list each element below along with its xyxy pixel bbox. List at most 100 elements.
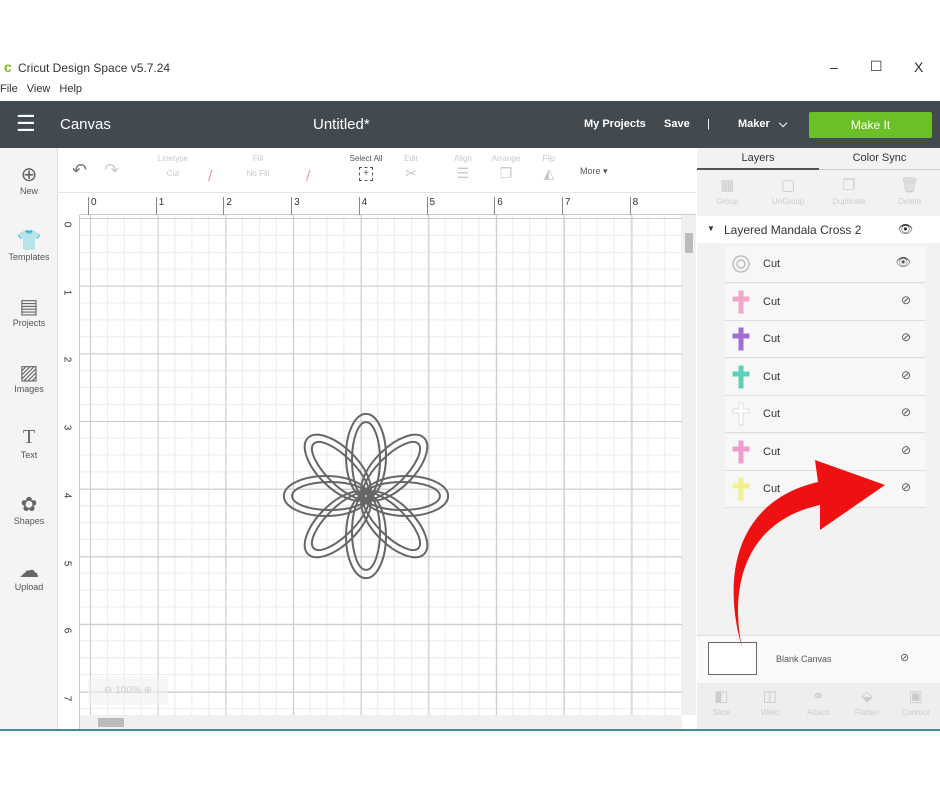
layer-row[interactable]: Cut ⊘ [725, 396, 925, 433]
layer-row[interactable]: Cut ⊘ [725, 358, 925, 396]
document-title: Untitled* [313, 116, 370, 133]
layer-label: Cut [763, 445, 781, 458]
undo-icon[interactable]: ↶ [72, 160, 87, 181]
zoom-control[interactable]: ⊖ 100% ⊕ [88, 677, 168, 705]
tab-color-sync[interactable]: Color Sync [819, 148, 940, 170]
duplicate-button[interactable]: ❐ Duplicate [819, 176, 880, 206]
eye-icon[interactable]: 👁 [896, 255, 911, 269]
arrange-button[interactable]: Arrange ❐ [488, 154, 524, 182]
flip-button[interactable]: Flip ◭ [534, 154, 564, 182]
eye-hidden-icon[interactable]: ⊘ [901, 443, 911, 457]
eye-hidden-icon[interactable]: ⊘ [901, 330, 911, 344]
contour-button[interactable]: ▣ Contour [891, 687, 940, 717]
design-canvas[interactable]: ⊖ 100% ⊕ [80, 215, 682, 715]
sidebar-item-text[interactable]: T Text [0, 412, 58, 478]
flatten-button[interactable]: ⬙ Flatten [843, 687, 892, 717]
ungroup-button[interactable]: ▢ UnGroup [758, 176, 819, 206]
maximize-button[interactable]: ☐ [870, 58, 883, 75]
mandala-design[interactable] [280, 410, 452, 582]
linetype-control[interactable]: Linetype Cut [148, 154, 198, 178]
group-name: Layered Mandala Cross 2 [724, 223, 862, 237]
align-label: Align [454, 154, 472, 163]
flatten-icon: ⬙ [861, 688, 873, 705]
hamburger-menu-icon[interactable]: ☰ [16, 113, 36, 135]
delete-button[interactable]: 🗑 Delete [879, 176, 940, 206]
redo-icon[interactable]: ↷ [104, 160, 119, 181]
group-button[interactable]: ▦ Group [697, 176, 758, 206]
sidebar-item-upload[interactable]: ☁ Upload [0, 544, 58, 610]
duplicate-icon: ❐ [842, 177, 856, 194]
sidebar-label: Shapes [13, 516, 45, 526]
layer-row[interactable]: Cut ⊘ [725, 283, 925, 321]
minimize-button[interactable]: – [830, 59, 838, 75]
zoom-level: 100% [115, 685, 141, 696]
my-projects-link[interactable]: My Projects [584, 118, 646, 130]
layer-row[interactable]: Cut 👁 [725, 246, 925, 283]
sidebar-item-projects[interactable]: ▤ Projects [0, 280, 58, 346]
menu-file[interactable]: File [0, 83, 18, 95]
weld-button[interactable]: ◫ Weld [746, 687, 795, 717]
action-label: Attach [807, 708, 830, 717]
more-button[interactable]: More ▾ [580, 166, 608, 177]
zoom-in-icon[interactable]: ⊕ [144, 685, 152, 696]
ruler-tick-label: 3 [291, 197, 300, 215]
linetype-color-icon[interactable]: / [208, 168, 212, 186]
sidebar-item-templates[interactable]: 👕 Templates [0, 214, 58, 280]
tab-layers[interactable]: Layers [697, 148, 819, 170]
weld-icon: ◫ [762, 688, 777, 705]
tab-label: Layers [741, 152, 775, 164]
sidebar-item-images[interactable]: ▨ Images [0, 346, 58, 412]
select-all-button[interactable]: Select All + [341, 154, 391, 181]
ruler-tick-label: 8 [629, 197, 638, 215]
ruler-tick-label: 0 [61, 221, 73, 228]
make-it-button[interactable]: Make It [809, 112, 932, 138]
sidebar-item-shapes[interactable]: ✿ Shapes [0, 478, 58, 544]
linetype-label: Linetype [157, 154, 189, 163]
ruler-tick-label: 6 [494, 197, 503, 215]
canvas-horizontal-scrollbar[interactable] [80, 715, 682, 730]
select-all-icon: + [359, 167, 373, 181]
layer-group[interactable]: ▼ Layered Mandala Cross 2 👁 [697, 216, 940, 243]
shapes-icon: ✿ [20, 494, 38, 516]
eye-hidden-icon[interactable]: ⊘ [901, 405, 911, 419]
canvas-vertical-scrollbar[interactable] [682, 215, 696, 715]
action-label: Contour [901, 708, 930, 717]
action-label: Duplicate [832, 197, 866, 206]
slice-button[interactable]: ◧ Slice [697, 687, 746, 717]
mandala-thumbnail-icon [732, 255, 750, 273]
eye-hidden-icon[interactable]: ⊘ [901, 293, 911, 307]
ruler-tick-label: 2 [223, 197, 232, 215]
plus-circle-icon: ⊕ [20, 164, 38, 186]
cross-thumbnail-icon [732, 365, 750, 388]
eye-hidden-icon[interactable]: ⊘ [901, 480, 911, 494]
machine-select[interactable]: Maker ⌵ [738, 118, 787, 131]
menu-view[interactable]: View [27, 83, 51, 95]
align-button[interactable]: Align ☰ [448, 154, 478, 182]
fill-control[interactable]: Fill No Fill [233, 154, 283, 178]
bottom-actions: ◧ Slice ◫ Weld ⚭ Attach ⬙ Flatten ▣ Contour [697, 683, 940, 730]
zoom-out-icon[interactable]: ⊖ [104, 685, 112, 696]
save-link[interactable]: Save [664, 118, 690, 130]
menu-help[interactable]: Help [59, 83, 82, 95]
eye-hidden-icon[interactable]: ⊘ [900, 651, 909, 664]
layer-label: Cut [763, 370, 781, 383]
panel-scrollbar[interactable] [927, 220, 939, 630]
eye-hidden-icon[interactable]: ⊘ [901, 368, 911, 382]
caret-down-icon[interactable]: ▼ [707, 224, 715, 233]
action-label: Group [716, 197, 739, 206]
contour-icon: ▣ [908, 688, 923, 705]
left-sidebar: ⊕ New 👕 Templates ▤ Projects ▨ Images T Text … [0, 148, 58, 730]
separator: | [707, 118, 710, 130]
edit-button[interactable]: Edit ✂ [396, 154, 426, 182]
close-button[interactable]: X [914, 59, 923, 75]
cross-thumbnail-icon [732, 290, 750, 313]
horizontal-ruler: 0 1 2 3 4 5 6 7 8 [80, 193, 696, 215]
attach-button[interactable]: ⚭ Attach [794, 687, 843, 717]
layer-row[interactable]: Cut ⊘ [725, 321, 925, 358]
ruler-tick-label: 1 [155, 197, 164, 215]
window-title: Cricut Design Space v5.7.24 [18, 61, 171, 75]
section-title: Canvas [60, 116, 111, 133]
fill-color-icon[interactable]: / [306, 168, 310, 186]
eye-icon[interactable]: 👁 [898, 222, 913, 236]
sidebar-item-new[interactable]: ⊕ New [0, 148, 58, 214]
